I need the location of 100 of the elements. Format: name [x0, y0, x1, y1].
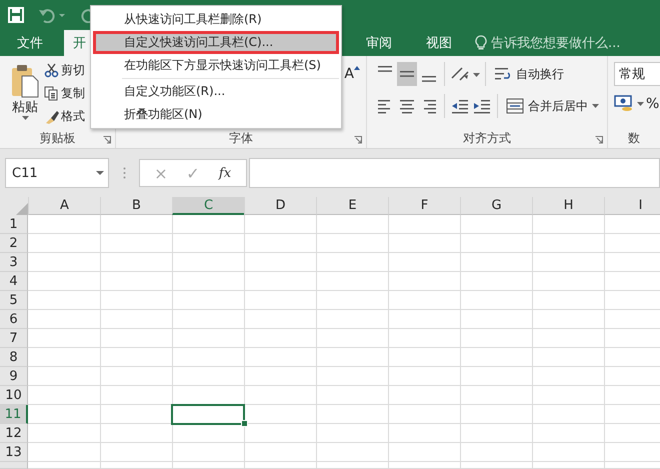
table-cell[interactable]: [100, 272, 172, 291]
menu-item[interactable]: 在功能区下方显示快速访问工具栏(S): [93, 54, 339, 77]
paste-button[interactable]: 粘贴: [8, 62, 42, 128]
table-cell[interactable]: [532, 348, 604, 367]
table-cell[interactable]: [460, 462, 532, 469]
table-cell[interactable]: [532, 310, 604, 329]
table-cell[interactable]: [244, 234, 316, 253]
table-cell[interactable]: [604, 462, 660, 469]
table-cell[interactable]: [460, 329, 532, 348]
table-cell[interactable]: [100, 386, 172, 405]
table-cell[interactable]: [388, 291, 460, 310]
ribbon-tab[interactable]: 审阅: [357, 30, 401, 56]
table-cell[interactable]: [316, 367, 388, 386]
table-cell[interactable]: [388, 386, 460, 405]
dialog-launcher-icon[interactable]: [103, 136, 111, 144]
row-header[interactable]: 4: [0, 272, 28, 291]
table-cell[interactable]: [100, 424, 172, 443]
table-cell[interactable]: [316, 462, 388, 469]
table-cell[interactable]: [532, 405, 604, 424]
table-cell[interactable]: [604, 234, 660, 253]
row-header[interactable]: 1: [0, 215, 28, 234]
table-cell[interactable]: [244, 443, 316, 462]
table-cell[interactable]: [388, 462, 460, 469]
table-cell[interactable]: [388, 367, 460, 386]
row-header[interactable]: 10: [0, 386, 28, 405]
row-header[interactable]: 2: [0, 234, 28, 253]
table-cell[interactable]: [316, 253, 388, 272]
align-right-icon[interactable]: [421, 98, 437, 114]
table-cell[interactable]: [460, 253, 532, 272]
column-header[interactable]: F: [388, 197, 460, 215]
table-cell[interactable]: [172, 329, 244, 348]
grow-font-button[interactable]: A: [344, 66, 354, 82]
table-cell[interactable]: [316, 424, 388, 443]
table-cell[interactable]: [172, 443, 244, 462]
table-cell[interactable]: [532, 424, 604, 443]
outdent-icon[interactable]: [451, 98, 469, 114]
table-cell[interactable]: [172, 215, 244, 234]
column-header[interactable]: H: [532, 197, 604, 215]
table-cell[interactable]: [532, 215, 604, 234]
align-middle-button[interactable]: [397, 62, 417, 86]
table-cell[interactable]: [388, 329, 460, 348]
row-header[interactable]: 13: [0, 443, 28, 462]
table-cell[interactable]: [244, 291, 316, 310]
table-cell[interactable]: [604, 215, 660, 234]
insert-function-button[interactable]: fx: [212, 166, 238, 180]
indent-icon[interactable]: [473, 98, 491, 114]
table-cell[interactable]: [532, 272, 604, 291]
table-cell[interactable]: [388, 310, 460, 329]
table-cell[interactable]: [388, 234, 460, 253]
table-cell[interactable]: [244, 424, 316, 443]
table-cell[interactable]: [532, 462, 604, 469]
table-cell[interactable]: [100, 367, 172, 386]
table-cell[interactable]: [388, 253, 460, 272]
table-cell[interactable]: [244, 310, 316, 329]
table-cell[interactable]: [316, 329, 388, 348]
table-cell[interactable]: [604, 329, 660, 348]
table-cell[interactable]: [172, 348, 244, 367]
table-cell[interactable]: [316, 386, 388, 405]
table-cell[interactable]: [460, 367, 532, 386]
table-cell[interactable]: [460, 348, 532, 367]
column-header[interactable]: G: [460, 197, 532, 215]
table-cell[interactable]: [604, 310, 660, 329]
dialog-launcher-icon[interactable]: [595, 136, 603, 144]
table-cell[interactable]: [532, 367, 604, 386]
table-cell[interactable]: [460, 272, 532, 291]
table-cell[interactable]: [316, 405, 388, 424]
table-cell[interactable]: [460, 424, 532, 443]
row-header[interactable]: 7: [0, 329, 28, 348]
table-cell[interactable]: [388, 443, 460, 462]
table-cell[interactable]: [316, 443, 388, 462]
table-cell[interactable]: [460, 443, 532, 462]
table-cell[interactable]: [172, 367, 244, 386]
table-cell[interactable]: [244, 329, 316, 348]
table-cell[interactable]: [316, 348, 388, 367]
table-cell[interactable]: [100, 329, 172, 348]
text-orientation-icon[interactable]: [450, 66, 480, 82]
table-cell[interactable]: [244, 348, 316, 367]
table-cell[interactable]: [532, 291, 604, 310]
merge-center-button[interactable]: 合并后居中: [503, 98, 602, 114]
table-cell[interactable]: [388, 348, 460, 367]
table-cell[interactable]: [460, 291, 532, 310]
table-cell[interactable]: [460, 234, 532, 253]
table-cell[interactable]: [460, 215, 532, 234]
menu-item[interactable]: 折叠功能区(N): [93, 103, 339, 126]
ribbon-button[interactable]: 复制: [44, 85, 85, 102]
table-cell[interactable]: [604, 291, 660, 310]
dialog-launcher-icon[interactable]: [354, 136, 362, 144]
formula-input[interactable]: [249, 158, 660, 188]
table-cell[interactable]: [172, 291, 244, 310]
table-cell[interactable]: [532, 443, 604, 462]
table-cell[interactable]: [532, 329, 604, 348]
align-center-icon[interactable]: [399, 98, 415, 114]
number-format-field[interactable]: 常规: [614, 62, 660, 86]
table-cell[interactable]: [604, 443, 660, 462]
table-cell[interactable]: [244, 386, 316, 405]
name-box[interactable]: C11: [5, 158, 109, 188]
table-cell[interactable]: [244, 272, 316, 291]
table-cell[interactable]: [100, 462, 172, 469]
ribbon-button[interactable]: 剪切: [44, 62, 85, 79]
align-left-icon[interactable]: [377, 98, 393, 114]
